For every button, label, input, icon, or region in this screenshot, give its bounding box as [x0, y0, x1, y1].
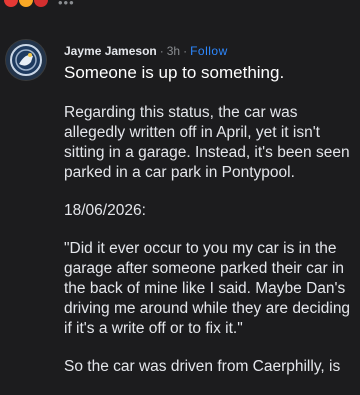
- post-paragraph: So the car was driven from Caerphilly, i…: [64, 358, 341, 375]
- post-time[interactable]: 3h: [167, 44, 180, 58]
- more-icon[interactable]: •••: [58, 0, 75, 9]
- follow-button[interactable]: Follow: [190, 44, 228, 58]
- post-body: Regarding this status, the car was alleg…: [64, 103, 358, 395]
- post-header: Jayme Jameson · 3h · Follow: [64, 40, 354, 62]
- author-name[interactable]: Jayme Jameson: [64, 44, 157, 58]
- post-headline: Someone is up to something.: [64, 63, 285, 82]
- avatar[interactable]: [6, 40, 46, 80]
- post-paragraph: "Did it ever occur to you my car is in t…: [64, 240, 351, 337]
- reaction-angry-icon: [4, 0, 18, 7]
- reaction-strip: •••: [0, 0, 360, 18]
- reaction-angry-icon: [34, 0, 48, 7]
- post-paragraph: 18/06/2026:: [64, 202, 146, 219]
- separator-dot: ·: [183, 44, 188, 58]
- post-paragraph: Regarding this status, the car was alleg…: [64, 104, 350, 181]
- avatar-image: [6, 40, 46, 80]
- separator-dot: ·: [159, 44, 164, 58]
- reaction-summary[interactable]: [4, 0, 48, 7]
- reaction-haha-icon: [19, 0, 33, 7]
